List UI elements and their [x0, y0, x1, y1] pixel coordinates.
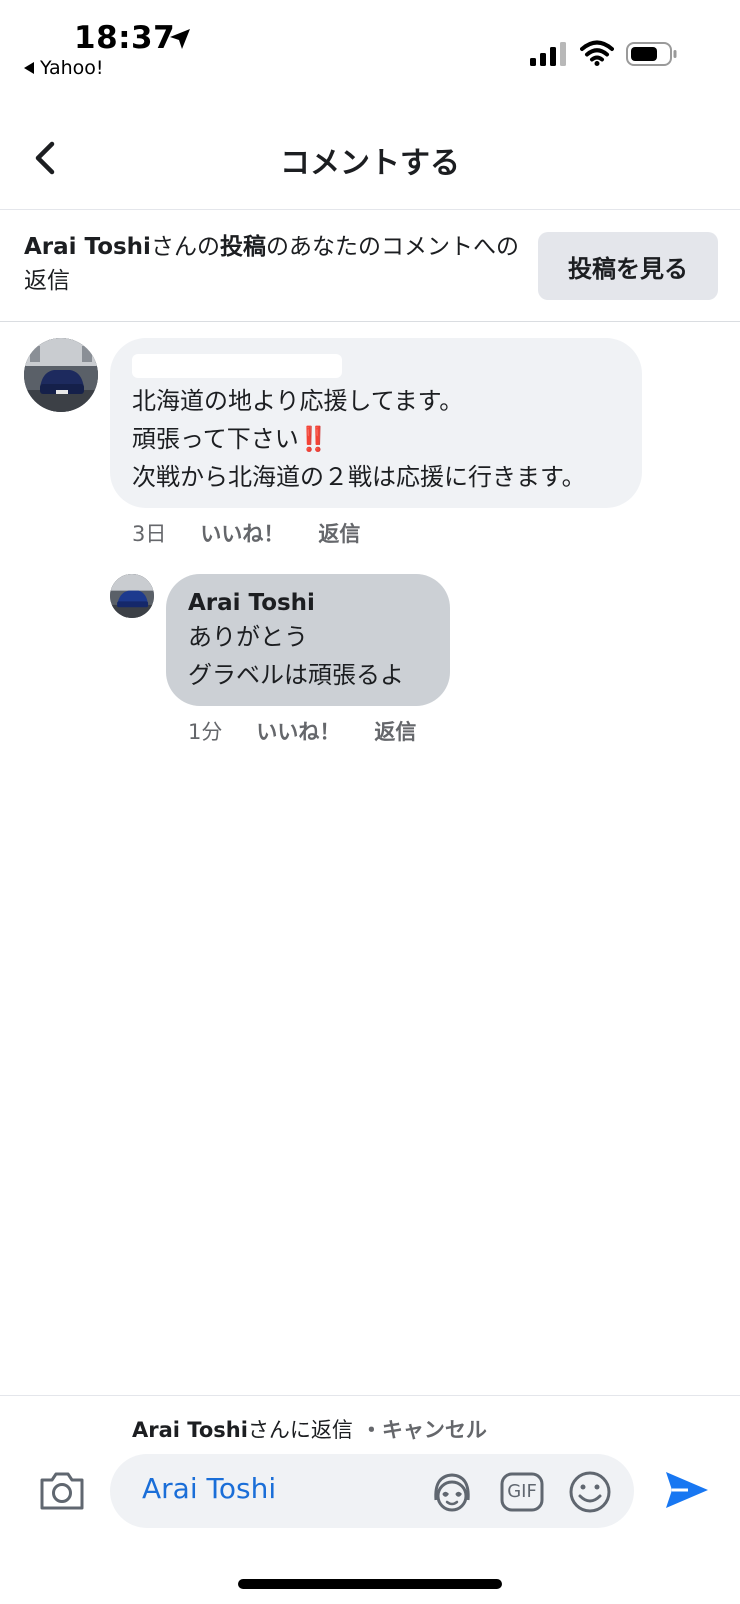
back-triangle-icon — [24, 62, 34, 74]
reply-bubble[interactable]: Arai Toshi ありがとう グラベルは頑張るよ — [166, 574, 450, 706]
wifi-icon — [580, 40, 614, 66]
comment-line: 次戦から北海道の２戦は応援に行きます。 — [132, 463, 586, 491]
location-arrow-icon — [170, 29, 190, 49]
context-author[interactable]: Arai Toshi — [24, 234, 151, 260]
comment-timestamp: 1分 — [188, 720, 223, 744]
comment-timestamp: 3日 — [132, 522, 167, 546]
reply-composer: Arai Toshiさんに返信 ・キャンセル Arai Toshi GIF — [0, 1395, 740, 1604]
comment-line: ありがとう — [188, 623, 308, 651]
emoji-icon[interactable] — [568, 1470, 612, 1514]
reply-target-name: Arai Toshi — [132, 1418, 248, 1442]
battery-icon — [626, 42, 677, 66]
comment-bubble[interactable]: 北海道の地より応援してます。 頑張って下さい‼️ 次戦から北海道の２戦は応援に行… — [110, 338, 642, 508]
avatar-sticker-icon[interactable] — [430, 1470, 474, 1514]
avatar-car-photo — [110, 574, 154, 618]
context-san-no: さんの — [150, 234, 220, 260]
comment-input-value: Arai Toshi — [142, 1472, 277, 1505]
back-app-label: Yahoo! — [40, 57, 104, 79]
comment-line: 北海道の地より応援してます。 — [132, 387, 464, 415]
home-indicator — [238, 1579, 502, 1589]
send-icon[interactable] — [664, 1468, 710, 1512]
avatar-car-photo — [24, 338, 98, 412]
avatar[interactable] — [24, 338, 98, 412]
comment-actions: 3日 いいね！ 返信 — [132, 518, 360, 548]
context-post-word[interactable]: 投稿 — [220, 234, 266, 260]
reply-button[interactable]: 返信 — [374, 716, 416, 746]
gif-icon-label: GIF — [507, 1481, 537, 1502]
double-exclamation-emoji: ‼️ — [298, 425, 329, 453]
reply-target-suffix: さんに返信 — [247, 1418, 353, 1442]
nav-header: コメントする — [0, 110, 740, 210]
replying-to-label: Arai Toshiさんに返信 ・キャンセル — [132, 1414, 487, 1444]
signal-icon — [530, 42, 566, 66]
comment-input[interactable]: Arai Toshi GIF — [110, 1454, 634, 1528]
redacted-author-name — [132, 354, 342, 378]
cancel-reply-button[interactable]: ・キャンセル — [361, 1418, 487, 1442]
gif-icon[interactable]: GIF — [500, 1470, 544, 1514]
comment-line: 頑張って下さい‼️ — [132, 420, 329, 458]
camera-icon[interactable] — [38, 1468, 86, 1512]
like-button[interactable]: いいね！ — [256, 716, 340, 746]
status-bar: 18:37 Yahoo! — [0, 0, 740, 90]
like-button[interactable]: いいね！ — [200, 518, 284, 548]
view-post-button[interactable]: 投稿を見る — [538, 232, 718, 300]
context-banner: Arai Toshiさんの投稿のあなたのコメントへの返信 投稿を見る — [0, 210, 740, 322]
context-text: Arai Toshiさんの投稿のあなたのコメントへの返信 — [24, 230, 524, 298]
reply-button[interactable]: 返信 — [318, 518, 360, 548]
comment-line: グラベルは頑張るよ — [188, 661, 404, 689]
comment-actions: 1分 いいね！ 返信 — [188, 716, 416, 746]
reply-author[interactable]: Arai Toshi — [188, 590, 315, 616]
back-to-app-link[interactable]: Yahoo! — [24, 57, 104, 79]
status-time: 18:37 — [74, 20, 176, 56]
comment-line-text: 頑張って下さい — [132, 425, 299, 453]
avatar[interactable] — [110, 574, 154, 618]
page-title: コメントする — [280, 146, 460, 181]
